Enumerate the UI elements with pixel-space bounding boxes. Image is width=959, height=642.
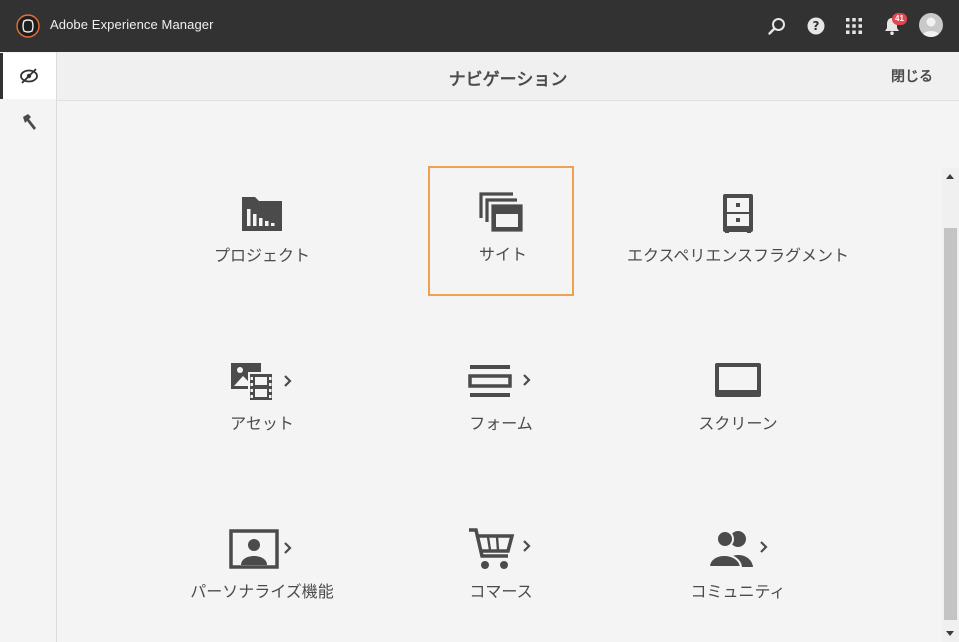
tile-label: スクリーン [698,414,778,433]
notification-count-badge[interactable]: 41 [892,13,907,25]
panel-title: ナビゲーション [448,70,568,90]
tools-hammer-icon [23,114,36,130]
scroll-thumb[interactable] [944,228,957,620]
tile-projects[interactable]: プロジェクト [189,167,335,297]
svg-text:?: ? [813,19,820,33]
vertical-scrollbar[interactable] [942,168,959,642]
tile-label: サイト [478,245,527,264]
personalization-profile-icon [189,525,335,573]
screens-monitor-icon [665,357,811,405]
communities-users-icon [665,525,811,573]
tile-screens[interactable]: スクリーン [665,335,811,465]
top-bar: Adobe Experience Manager ? 41 [0,0,959,52]
sites-pages-icon [430,188,572,236]
rail-item-tools[interactable] [0,99,56,145]
aem-logo-icon[interactable] [16,14,40,38]
experience-fragments-cabinet-icon [665,189,811,237]
tile-label: コミュニティ [690,582,786,601]
navigation-compass-icon [20,68,38,84]
tile-label: プロジェクト [213,246,310,265]
tile-commerce[interactable]: コマース [428,503,574,633]
tile-personalization[interactable]: パーソナライズ機能 [189,503,335,633]
tile-experience-fragments[interactable]: エクスペリエンスフラグメント [627,167,849,297]
tile-communities[interactable]: コミュニティ [665,503,811,633]
navigation-panel-header: ナビゲーション 閉じる [57,52,959,101]
navigation-grid: プロジェクト サイト エクスペリエンスフラグメント アセット フォーム スクリー… [57,101,942,642]
tile-label: エクスペリエンスフラグメント [626,246,850,265]
scroll-up-arrow-icon[interactable] [946,174,954,179]
tile-assets[interactable]: アセット [189,335,335,465]
tile-label: アセット [230,414,294,433]
app-title[interactable]: Adobe Experience Manager [50,17,214,32]
left-rail [0,52,57,642]
projects-folder-icon [189,189,335,237]
close-button[interactable]: 閉じる [891,66,933,86]
tile-label: フォーム [469,414,533,433]
solutions-grid-icon[interactable] [843,15,865,37]
commerce-cart-icon [428,525,574,573]
tile-sites[interactable]: サイト [428,166,574,296]
tile-label: パーソナライズ機能 [190,582,334,601]
scroll-down-arrow-icon[interactable] [946,631,954,636]
search-icon[interactable] [766,15,788,37]
forms-lines-icon [428,357,574,405]
help-icon[interactable]: ? [805,15,827,37]
assets-image-film-icon [189,357,335,405]
tile-label: コマース [469,582,533,601]
rail-item-navigation[interactable] [0,53,56,99]
tile-forms[interactable]: フォーム [428,335,574,465]
user-avatar[interactable] [919,13,943,37]
